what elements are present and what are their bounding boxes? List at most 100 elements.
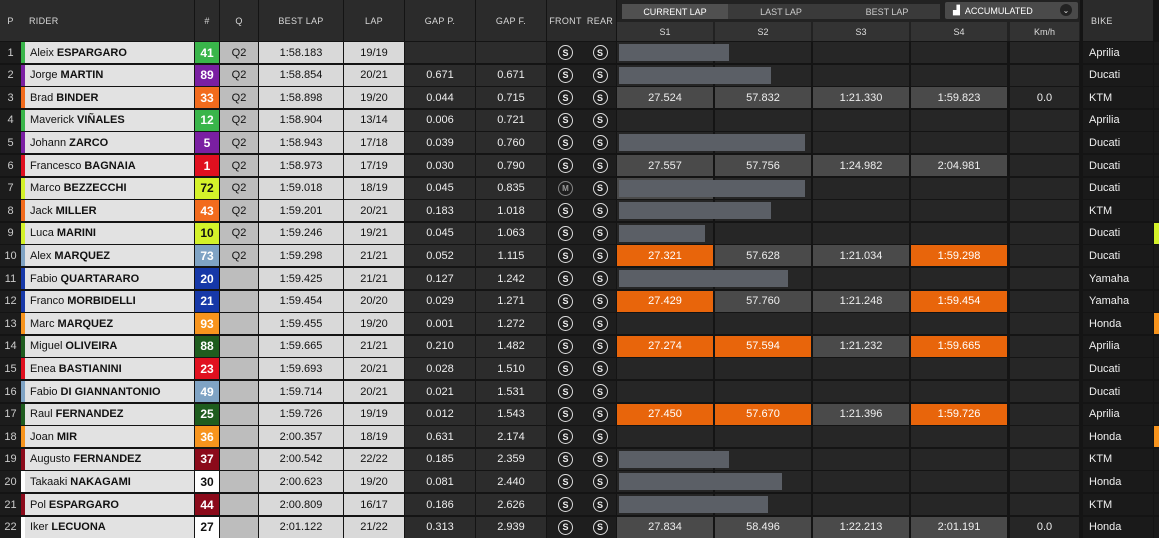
rider-name[interactable]: Johann ZARCO — [25, 132, 194, 154]
table-row[interactable]: 3 Brad BINDER 33 Q2 1:58.898 19/20 0.044 0.715 S S… — [0, 87, 1159, 109]
rider-first-name: Jorge — [30, 69, 58, 82]
rider-name[interactable]: Joan MIR — [25, 426, 194, 448]
qualifying-session: Q2 — [220, 222, 258, 244]
lap-count: 20/20 — [344, 290, 404, 312]
rider-name[interactable]: Brad BINDER — [25, 87, 194, 109]
table-row[interactable]: 22 Iker LECUONA 27 2:01.122 21/22 0.313 2.939 S S… — [0, 516, 1159, 538]
table-row[interactable]: 18 Joan MIR 36 2:00.357 18/19 0.631 2.174 S S Hond… — [0, 426, 1159, 448]
front-tyre: S — [547, 245, 584, 267]
table-row[interactable]: 20 Takaaki NAKAGAMI 30 2:00.623 19/20 0.081 2.4… — [0, 471, 1159, 493]
rider-first-name: Franco — [30, 295, 65, 308]
sector-4-cell: 2:04.981 — [911, 155, 1007, 176]
sector-3-cell — [813, 426, 909, 448]
gap-first: 2.440 — [476, 471, 546, 493]
rear-tyre-icon: S — [592, 316, 608, 332]
table-row[interactable]: 9 Luca MARINI 10 Q2 1:59.246 19/21 0.045 1.063 S S… — [0, 222, 1159, 244]
front-tyre: S — [547, 64, 584, 86]
lap-count: 21/21 — [344, 335, 404, 357]
gap-previous: 0.030 — [405, 155, 475, 176]
best-lap-time: 1:59.714 — [259, 381, 343, 402]
speed-kmh — [1010, 313, 1079, 335]
rider-name[interactable]: Miguel OLIVEIRA — [25, 335, 194, 357]
gap-first: 0.790 — [476, 155, 546, 176]
rider-last-name: MARTIN — [60, 69, 104, 82]
table-row[interactable]: 11 Fabio QUARTARARO 20 1:59.425 21/21 0.127 1.2… — [0, 268, 1159, 289]
table-row[interactable]: 10 Alex MARQUEZ 73 Q2 1:59.298 21/21 0.052 1.115… — [0, 245, 1159, 267]
front-tyre-icon: S — [558, 519, 573, 535]
sector-1-cell — [617, 109, 713, 131]
table-row[interactable]: 15 Enea BASTIANINI 23 1:59.693 20/21 0.028 1.51… — [0, 358, 1159, 380]
table-row[interactable]: 5 Johann ZARCO 5 Q2 1:58.943 17/18 0.039 0.760 S S… — [0, 132, 1159, 154]
header-lap: LAP — [344, 0, 404, 41]
best-lap-time: 1:59.298 — [259, 245, 343, 267]
rider-name[interactable]: Jorge MARTIN — [25, 64, 194, 86]
position: 16 — [0, 381, 21, 402]
table-row[interactable]: 13 Marc MARQUEZ 93 1:59.455 19/20 0.001 1.272 S S… — [0, 313, 1159, 335]
rear-tyre-icon: S — [592, 67, 608, 83]
row-edge — [1154, 245, 1159, 267]
rider-last-name: QUARTARARO — [60, 272, 140, 285]
rider-name[interactable]: Marco BEZZECCHI — [25, 177, 194, 199]
sector-3-cell — [813, 177, 909, 199]
rider-name[interactable]: Fabio QUARTARARO — [25, 268, 194, 289]
rider-name[interactable]: Marc MARQUEZ — [25, 313, 194, 335]
lap-progress-bar — [619, 66, 771, 84]
lap-count: 18/19 — [344, 177, 404, 199]
rider-number: 72 — [195, 177, 219, 199]
table-row[interactable]: 14 Miguel OLIVEIRA 88 1:59.665 21/21 0.210 1.48… — [0, 335, 1159, 357]
rider-first-name: Johann — [30, 136, 67, 149]
table-row[interactable]: 7 Marco BEZZECCHI 72 Q2 1:59.018 18/19 0.045 0.8… — [0, 177, 1159, 199]
rider-name[interactable]: Enea BASTIANINI — [25, 358, 194, 380]
rider-last-name: BAGNAIA — [84, 159, 136, 172]
gap-first: 2.359 — [476, 448, 546, 470]
qualifying-session — [220, 313, 258, 335]
position: 22 — [0, 516, 21, 538]
table-row[interactable]: 17 Raul FERNANDEZ 25 1:59.726 19/19 0.012 1.543… — [0, 403, 1159, 425]
table-row[interactable]: 19 Augusto FERNANDEZ 37 2:00.542 22/22 0.185 2.… — [0, 448, 1159, 470]
rider-name[interactable]: Aleix ESPARGARO — [25, 42, 194, 63]
sector-4-time: 1:59.454 — [937, 295, 981, 308]
sector-1-cell: 27.834 — [617, 516, 713, 538]
rider-name[interactable]: Raul FERNANDEZ — [25, 403, 194, 425]
rider-name[interactable]: Jack MILLER — [25, 200, 194, 222]
rider-name[interactable]: Takaaki NAKAGAMI — [25, 471, 194, 493]
position: 17 — [0, 403, 21, 425]
table-row[interactable]: 4 Maverick VIÑALES 12 Q2 1:58.904 13/14 0.006 0.… — [0, 109, 1159, 131]
row-edge — [1154, 403, 1159, 425]
rider-name[interactable]: Alex MARQUEZ — [25, 245, 194, 267]
front-tyre: S — [547, 358, 584, 380]
tab-last-lap[interactable]: LAST LAP — [728, 4, 834, 19]
rider-name[interactable]: Iker LECUONA — [25, 516, 194, 538]
qualifying-session: Q2 — [220, 109, 258, 131]
table-row[interactable]: 8 Jack MILLER 43 Q2 1:59.201 20/21 0.183 1.018 S S… — [0, 200, 1159, 222]
table-row[interactable]: 6 Francesco BAGNAIA 1 Q2 1:58.973 17/19 0.030 0.… — [0, 155, 1159, 176]
table-row[interactable]: 16 Fabio DI GIANNANTONIO 49 1:59.714 20/21 0.0… — [0, 381, 1159, 402]
best-lap-time: 1:59.425 — [259, 268, 343, 289]
rear-tyre-icon: S — [592, 248, 608, 264]
rear-tyre: S — [584, 426, 616, 448]
rider-name[interactable]: Maverick VIÑALES — [25, 109, 194, 131]
table-row[interactable]: 1 Aleix ESPARGARO 41 Q2 1:58.183 19/19 S S Aprili… — [0, 42, 1159, 63]
rider-name[interactable]: Fabio DI GIANNANTONIO — [25, 381, 194, 402]
tab-current-lap[interactable]: CURRENT LAP — [622, 4, 728, 19]
rider-name[interactable]: Pol ESPARGARO — [25, 494, 194, 515]
gap-first: 0.671 — [476, 64, 546, 86]
rear-tyre-icon: S — [592, 158, 608, 173]
table-row[interactable]: 2 Jorge MARTIN 89 Q2 1:58.854 20/21 0.671 0.671 S… — [0, 64, 1159, 86]
lap-progress-bar — [619, 473, 782, 491]
rider-name[interactable]: Francesco BAGNAIA — [25, 155, 194, 176]
accumulated-select[interactable]: ▟ ACCUMULATED ⌄ — [945, 2, 1078, 19]
header-kmh: Km/h — [1010, 22, 1079, 41]
front-tyre-icon: S — [558, 158, 573, 173]
rider-name[interactable]: Augusto FERNANDEZ — [25, 448, 194, 470]
rear-tyre: S — [584, 200, 616, 222]
rider-name[interactable]: Luca MARINI — [25, 222, 194, 244]
front-tyre: S — [547, 109, 584, 131]
table-row[interactable]: 12 Franco MORBIDELLI 21 1:59.454 20/20 0.029 1.… — [0, 290, 1159, 312]
tab-best-lap[interactable]: BEST LAP — [834, 4, 940, 19]
front-tyre: S — [547, 222, 584, 244]
rider-name[interactable]: Franco MORBIDELLI — [25, 290, 194, 312]
gap-first: 1.482 — [476, 335, 546, 357]
gap-previous: 0.029 — [405, 290, 475, 312]
table-row[interactable]: 21 Pol ESPARGARO 44 2:00.809 16/17 0.186 2.626 S… — [0, 494, 1159, 515]
